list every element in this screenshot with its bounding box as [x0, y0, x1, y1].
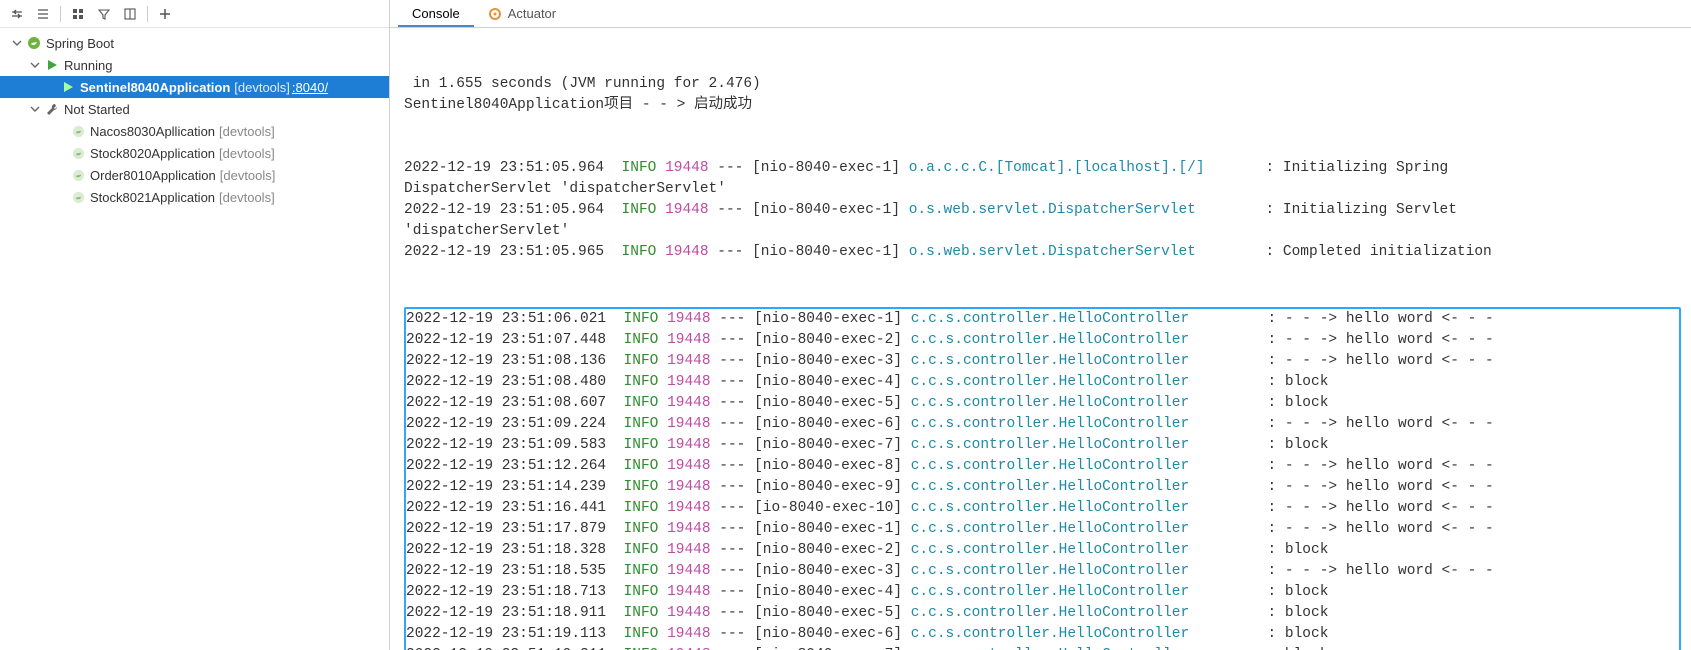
- log-line: 2022-12-19 23:51:07.448 INFO 19448 --- […: [406, 330, 1679, 351]
- tree-item-suffix: [devtools]: [219, 190, 275, 205]
- log-line: 2022-12-19 23:51:18.328 INFO 19448 --- […: [406, 540, 1679, 561]
- log-continuation: DispatcherServlet 'dispatcherServlet': [404, 179, 1691, 200]
- tree-item-stock8021application[interactable]: Stock8021Application [devtools]: [0, 186, 389, 208]
- tree-item-suffix: [devtools]: [234, 80, 290, 95]
- tree-item-suffix: [devtools]: [220, 168, 276, 183]
- play-icon: [44, 57, 60, 73]
- tree-notstarted-label: Not Started: [64, 102, 130, 117]
- spring-icon: [70, 123, 86, 139]
- wrench-icon: [44, 101, 60, 117]
- tree-item-order8010application[interactable]: Order8010Application [devtools]: [0, 164, 389, 186]
- log-line: 2022-12-19 23:51:06.021 INFO 19448 --- […: [406, 309, 1679, 330]
- log-line: 2022-12-19 23:51:08.136 INFO 19448 --- […: [406, 351, 1679, 372]
- tree-item-suffix: [devtools]: [219, 146, 275, 161]
- tab-console-label: Console: [412, 6, 460, 21]
- tree-item-nacos8030apllication[interactable]: Nacos8030Apllication [devtools]: [0, 120, 389, 142]
- spring-icon: [70, 189, 86, 205]
- tree-notstarted-group[interactable]: Not Started: [0, 98, 389, 120]
- log-continuation: 'dispatcherServlet': [404, 221, 1691, 242]
- expand-icon[interactable]: [32, 3, 54, 25]
- tree-root-label: Spring Boot: [46, 36, 114, 51]
- actuator-icon: [488, 7, 502, 21]
- log-line: 2022-12-19 23:51:05.964 INFO 19448 --- […: [404, 200, 1691, 221]
- log-line: 2022-12-19 23:51:08.607 INFO 19448 --- […: [406, 393, 1679, 414]
- log-line: 2022-12-19 23:51:08.480 INFO 19448 --- […: [406, 372, 1679, 393]
- spring-icon: [70, 167, 86, 183]
- tree-item-name: Order8010Application: [90, 168, 216, 183]
- tree-item-name: Sentinel8040Application: [80, 80, 230, 95]
- log-line: 2022-12-19 23:51:09.224 INFO 19448 --- […: [406, 414, 1679, 435]
- services-panel: Spring Boot Running Sentinel8040Applicat…: [0, 0, 390, 650]
- toolbar-separator: [60, 6, 61, 22]
- log-line: 2022-12-19 23:51:12.264 INFO 19448 --- […: [406, 456, 1679, 477]
- log-line: 2022-12-19 23:51:14.239 INFO 19448 --- […: [406, 477, 1679, 498]
- console-text: Sentinel8040Application项目 - - > 启动成功: [404, 95, 1691, 116]
- log-line: 2022-12-19 23:51:18.911 INFO 19448 --- […: [406, 603, 1679, 624]
- tree-item-port[interactable]: :8040/: [292, 80, 328, 95]
- log-line: 2022-12-19 23:51:19.311 INFO 19448 --- […: [406, 645, 1679, 650]
- tree-item-stock8020application[interactable]: Stock8020Application [devtools]: [0, 142, 389, 164]
- log-line: 2022-12-19 23:51:18.535 INFO 19448 --- […: [406, 561, 1679, 582]
- log-line: 2022-12-19 23:51:16.441 INFO 19448 --- […: [406, 498, 1679, 519]
- spring-icon: [70, 145, 86, 161]
- log-line: 2022-12-19 23:51:05.964 INFO 19448 --- […: [404, 158, 1691, 179]
- tree-item-suffix: [devtools]: [219, 124, 275, 139]
- console-text: in 1.655 seconds (JVM running for 2.476): [404, 74, 1691, 95]
- chevron-down-icon[interactable]: [28, 58, 42, 72]
- view-icon[interactable]: [67, 3, 89, 25]
- log-line: 2022-12-19 23:51:09.583 INFO 19448 --- […: [406, 435, 1679, 456]
- tree-root-springboot[interactable]: Spring Boot: [0, 32, 389, 54]
- log-line: 2022-12-19 23:51:05.965 INFO 19448 --- […: [404, 242, 1691, 263]
- output-tabs: Console Actuator: [390, 0, 1691, 28]
- tree-running-label: Running: [64, 58, 112, 73]
- tree-item-name: Stock8020Application: [90, 146, 215, 161]
- toolbar-separator: [147, 6, 148, 22]
- services-tree: Spring Boot Running Sentinel8040Applicat…: [0, 28, 389, 650]
- services-toolbar: [0, 0, 389, 28]
- tree-running-group[interactable]: Running: [0, 54, 389, 76]
- spring-icon: [26, 35, 42, 51]
- log-line: 2022-12-19 23:51:18.713 INFO 19448 --- […: [406, 582, 1679, 603]
- collapse-icon[interactable]: [6, 3, 28, 25]
- tree-item-name: Nacos8030Apllication: [90, 124, 215, 139]
- play-icon: [60, 79, 76, 95]
- log-line: 2022-12-19 23:51:19.113 INFO 19448 --- […: [406, 624, 1679, 645]
- tree-item-name: Stock8021Application: [90, 190, 215, 205]
- layout-icon[interactable]: [119, 3, 141, 25]
- log-line: 2022-12-19 23:51:17.879 INFO 19448 --- […: [406, 519, 1679, 540]
- filter-icon[interactable]: [93, 3, 115, 25]
- tab-actuator-label: Actuator: [508, 6, 556, 21]
- chevron-down-icon[interactable]: [28, 102, 42, 116]
- tab-actuator[interactable]: Actuator: [474, 2, 570, 27]
- add-icon[interactable]: [154, 3, 176, 25]
- console-output[interactable]: in 1.655 seconds (JVM running for 2.476)…: [390, 28, 1691, 650]
- tree-item-sentinel8040[interactable]: Sentinel8040Application [devtools] :8040…: [0, 76, 389, 98]
- tab-console[interactable]: Console: [398, 2, 474, 27]
- output-panel: Console Actuator in 1.655 seconds (JVM r…: [390, 0, 1691, 650]
- chevron-down-icon[interactable]: [10, 36, 24, 50]
